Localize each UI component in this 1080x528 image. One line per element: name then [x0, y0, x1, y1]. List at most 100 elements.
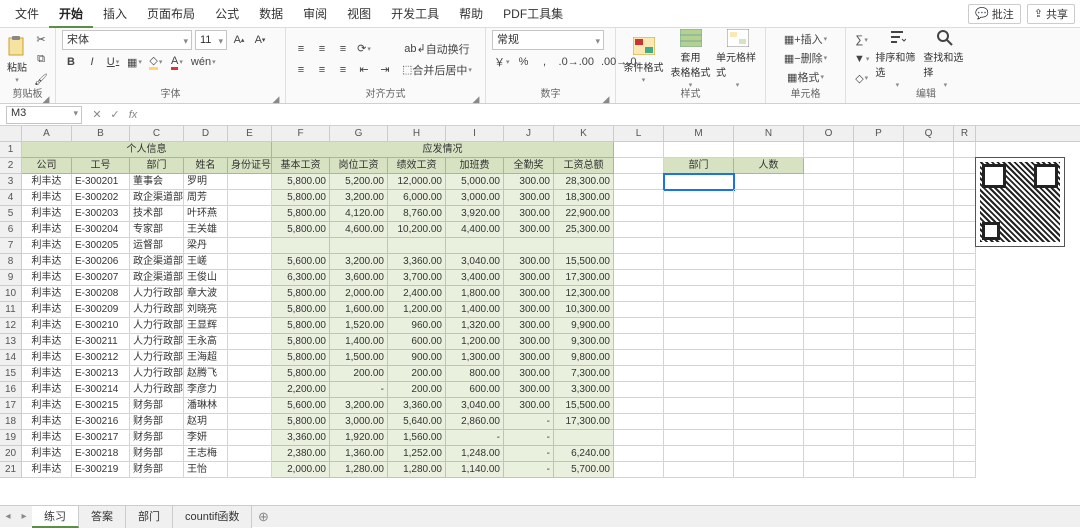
cell[interactable]: E-300205: [72, 238, 130, 254]
cell[interactable]: 18,300.00: [554, 190, 614, 206]
cell[interactable]: 5,800.00: [272, 414, 330, 430]
col-header-C[interactable]: C: [130, 126, 184, 141]
cell[interactable]: 600.00: [388, 334, 446, 350]
align-top-button[interactable]: ≡: [292, 40, 310, 58]
cell[interactable]: [904, 366, 954, 382]
cell[interactable]: 财务部: [130, 398, 184, 414]
cell[interactable]: 4,120.00: [330, 206, 388, 222]
cell[interactable]: [904, 398, 954, 414]
merge-center-button[interactable]: ⬚ 合并后居中: [398, 61, 476, 79]
sort-filter-button[interactable]: 排序和筛选▾: [875, 30, 919, 88]
cell[interactable]: 利丰达: [22, 462, 72, 478]
cell[interactable]: 王显辉: [184, 318, 228, 334]
cell[interactable]: [854, 382, 904, 398]
cell[interactable]: 300.00: [504, 398, 554, 414]
cell[interactable]: [904, 190, 954, 206]
cell[interactable]: [614, 302, 664, 318]
align-middle-button[interactable]: ≡: [313, 40, 331, 58]
cell[interactable]: 叶环燕: [184, 206, 228, 222]
cell[interactable]: 5,800.00: [272, 318, 330, 334]
cell[interactable]: [614, 190, 664, 206]
cell[interactable]: [734, 270, 804, 286]
cell[interactable]: 3,200.00: [330, 398, 388, 414]
cell[interactable]: [734, 382, 804, 398]
col-header-I[interactable]: I: [446, 126, 504, 141]
col-header-D[interactable]: D: [184, 126, 228, 141]
cell[interactable]: [614, 142, 664, 158]
menu-tab-7[interactable]: 视图: [337, 0, 381, 28]
cell[interactable]: [854, 158, 904, 174]
cell[interactable]: [854, 414, 904, 430]
cell[interactable]: 技术部: [130, 206, 184, 222]
cell[interactable]: [664, 222, 734, 238]
cell[interactable]: -: [330, 382, 388, 398]
cell[interactable]: [854, 270, 904, 286]
cell[interactable]: 王怡: [184, 462, 228, 478]
dialog-launcher[interactable]: ◢: [471, 92, 481, 102]
bold-button[interactable]: B: [62, 53, 80, 71]
cell[interactable]: 岗位工资: [330, 158, 388, 174]
cell[interactable]: [664, 206, 734, 222]
cell[interactable]: 董事会: [130, 174, 184, 190]
cell[interactable]: 潘琳林: [184, 398, 228, 414]
cell[interactable]: 姓名: [184, 158, 228, 174]
cell[interactable]: [804, 142, 854, 158]
cell[interactable]: [554, 430, 614, 446]
cell[interactable]: [904, 222, 954, 238]
cell[interactable]: 1,400.00: [446, 302, 504, 318]
cell[interactable]: 罗明: [184, 174, 228, 190]
cell[interactable]: 15,500.00: [554, 398, 614, 414]
cell[interactable]: [804, 462, 854, 478]
cell[interactable]: 政企渠道部: [130, 190, 184, 206]
font-size-select[interactable]: 11: [195, 30, 227, 50]
cell[interactable]: 王永高: [184, 334, 228, 350]
cell[interactable]: 人力行政部: [130, 302, 184, 318]
sheet-tab-0[interactable]: 练习: [32, 506, 79, 528]
cell[interactable]: [804, 174, 854, 190]
tab-nav-prev[interactable]: ◂: [0, 511, 16, 522]
cell[interactable]: 2,860.00: [446, 414, 504, 430]
cell[interactable]: 政企渠道部: [130, 270, 184, 286]
cell[interactable]: E-300217: [72, 430, 130, 446]
cell[interactable]: [954, 238, 976, 254]
cell[interactable]: 工资总额: [554, 158, 614, 174]
cell[interactable]: [854, 190, 904, 206]
cell[interactable]: 1,360.00: [330, 446, 388, 462]
row-header-2[interactable]: 2: [0, 158, 21, 174]
orientation-button[interactable]: ⟳: [355, 40, 373, 58]
col-header-R[interactable]: R: [954, 126, 976, 141]
cell[interactable]: 利丰达: [22, 350, 72, 366]
cell[interactable]: [854, 350, 904, 366]
cell[interactable]: [904, 382, 954, 398]
menu-tab-6[interactable]: 审阅: [293, 0, 337, 28]
cell[interactable]: 17,300.00: [554, 270, 614, 286]
cell[interactable]: 全勤奖: [504, 158, 554, 174]
cell[interactable]: [228, 462, 272, 478]
cell[interactable]: 1,520.00: [330, 318, 388, 334]
cell[interactable]: [804, 446, 854, 462]
cell[interactable]: 5,800.00: [272, 334, 330, 350]
cell[interactable]: 2,200.00: [272, 382, 330, 398]
cell[interactable]: [904, 174, 954, 190]
cell[interactable]: 3,600.00: [330, 270, 388, 286]
cell[interactable]: 300.00: [504, 174, 554, 190]
cell[interactable]: [804, 382, 854, 398]
cell[interactable]: 人力行政部: [130, 286, 184, 302]
cell[interactable]: [804, 398, 854, 414]
cell[interactable]: 赵腾飞: [184, 366, 228, 382]
enter-fx-button[interactable]: ✓: [106, 108, 124, 121]
font-name-select[interactable]: 宋体: [62, 30, 192, 50]
cell[interactable]: 2,000.00: [330, 286, 388, 302]
cell[interactable]: 人力行政部: [130, 318, 184, 334]
cell[interactable]: [954, 158, 976, 174]
cell[interactable]: 300.00: [504, 350, 554, 366]
row-header-21[interactable]: 21: [0, 462, 21, 478]
cell[interactable]: E-300214: [72, 382, 130, 398]
cell[interactable]: [228, 334, 272, 350]
cell[interactable]: [504, 238, 554, 254]
cell[interactable]: [664, 254, 734, 270]
cell[interactable]: [854, 254, 904, 270]
cell[interactable]: 12,300.00: [554, 286, 614, 302]
grid[interactable]: 个人信息应发情况公司工号部门姓名身份证号基本工资岗位工资绩效工资加班费全勤奖工资…: [22, 142, 976, 478]
cell[interactable]: 利丰达: [22, 366, 72, 382]
